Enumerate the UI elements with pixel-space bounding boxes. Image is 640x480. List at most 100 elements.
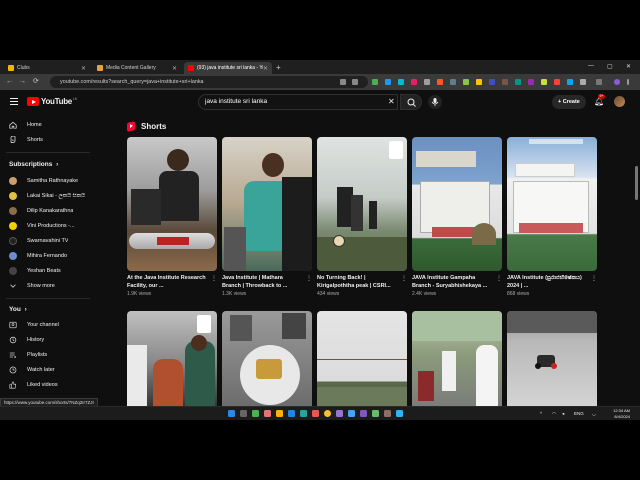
more-options-icon[interactable]: ⋮ [591, 276, 597, 282]
voice-search-button[interactable] [428, 95, 442, 109]
extensions-puzzle-icon[interactable] [580, 79, 586, 85]
avatar[interactable] [614, 96, 625, 107]
extension-icon[interactable] [463, 79, 469, 85]
share-icon[interactable] [340, 79, 346, 85]
forward-icon[interactable]: → [19, 77, 26, 87]
close-window-icon[interactable]: ✕ [626, 63, 631, 70]
search-input[interactable]: java institute sri lanka [198, 94, 398, 110]
extension-icon[interactable] [554, 79, 560, 85]
file-explorer-icon[interactable] [276, 410, 283, 417]
you-heading[interactable]: You › [9, 306, 27, 313]
more-options-icon[interactable]: ⋮ [306, 276, 312, 282]
language-indicator[interactable]: ENG [574, 410, 584, 418]
short-thumbnail[interactable] [317, 311, 407, 411]
sidepanel-icon[interactable] [596, 79, 602, 85]
taskbar-clock[interactable]: 12:34 AM 8/4/2024 [606, 408, 630, 419]
sidebar-item-subscription[interactable]: Yeshan Beats [0, 264, 96, 278]
app-icon[interactable] [288, 410, 295, 417]
sidebar-item-playlists[interactable]: Playlists [0, 348, 96, 362]
short-title[interactable]: JAVA Institute Gampaha Branch - Suryabhi… [412, 275, 492, 290]
windows-start-icon[interactable] [228, 410, 235, 417]
extension-icon[interactable] [450, 79, 456, 85]
bookmark-star-icon[interactable] [352, 79, 358, 85]
extension-icon[interactable] [567, 79, 573, 85]
tab-close-icon[interactable]: ✕ [172, 65, 177, 72]
extension-icon[interactable] [541, 79, 547, 85]
scrollbar-thumb[interactable] [635, 166, 638, 200]
sidebar-item-subscription[interactable]: Dilip Kanakarathna [0, 204, 96, 218]
minimize-icon[interactable]: — [588, 63, 594, 69]
browser-tab-3[interactable]: (93) java institute sri lanka - Yo ✕ [184, 62, 272, 74]
app-icon[interactable] [252, 410, 259, 417]
short-thumbnail[interactable] [412, 137, 502, 271]
short-title[interactable]: No Turning Back! | Kirigalpoththa peak |… [317, 275, 397, 290]
short-thumbnail[interactable] [127, 311, 217, 411]
extension-icon[interactable] [502, 79, 508, 85]
browser-tab-2[interactable]: Media Content Gallery ✕ [93, 62, 181, 74]
youtube-logo[interactable]: YouTube LK [27, 97, 77, 106]
search-icon[interactable] [240, 410, 247, 417]
chrome-icon[interactable] [324, 410, 331, 417]
extension-icon[interactable] [528, 79, 534, 85]
short-thumbnail[interactable] [222, 137, 312, 271]
edge-icon[interactable] [300, 410, 307, 417]
extension-icon[interactable] [515, 79, 521, 85]
new-tab-button[interactable]: + [276, 63, 281, 73]
sidebar-item-liked-videos[interactable]: Liked videos [0, 378, 96, 392]
app-icon[interactable] [384, 410, 391, 417]
extension-icon[interactable] [437, 79, 443, 85]
notifications-bell-icon[interactable]: 🔔︎ [594, 98, 604, 106]
short-card[interactable]: JAVA Institute (සුරාජභිෂේකය) 2024 | ... … [507, 137, 597, 297]
wifi-icon[interactable]: ◡ [592, 410, 596, 418]
sidebar-item-shorts[interactable]: Shorts [0, 133, 96, 147]
short-thumbnail[interactable] [507, 311, 597, 411]
extension-icon[interactable] [424, 79, 430, 85]
extension-icon[interactable] [489, 79, 495, 85]
sidebar-item-subscription[interactable]: Samitha Rathnayake [0, 174, 96, 188]
network-icon[interactable]: ◠ [552, 410, 556, 418]
tab-close-icon[interactable]: ✕ [81, 65, 86, 72]
app-icon[interactable] [348, 410, 355, 417]
sidebar-item-home[interactable]: Home [0, 118, 96, 132]
short-title[interactable]: At the Java Institute Research Facility,… [127, 275, 207, 290]
sidebar-item-subscription[interactable]: Vini Productions -... [0, 219, 96, 233]
extension-icon[interactable] [476, 79, 482, 85]
extension-icon[interactable] [385, 79, 391, 85]
short-title[interactable]: Java Institute | Mathara Branch | Throwb… [222, 275, 302, 290]
short-card[interactable]: JAVA Institute Gampaha Branch - Suryabhi… [412, 137, 502, 297]
speaker-icon[interactable]: ◂ [562, 410, 564, 418]
short-card[interactable] [127, 311, 217, 411]
short-thumbnail[interactable] [317, 137, 407, 271]
sidebar-item-watch-later[interactable]: Watch later [0, 363, 96, 377]
more-options-icon[interactable]: ⋮ [401, 276, 407, 282]
show-more-button[interactable]: Show more [0, 279, 96, 293]
address-bar[interactable]: youtube.com/results?search_query=java+in… [50, 76, 368, 88]
maximize-icon[interactable]: ▢ [607, 63, 613, 70]
short-card[interactable]: No Turning Back! | Kirigalpoththa peak |… [317, 137, 407, 297]
sidebar-item-subscription[interactable]: Mihira Fernando [0, 249, 96, 263]
profile-icon[interactable] [614, 79, 620, 85]
browser-menu-icon[interactable] [627, 79, 629, 85]
reload-icon[interactable]: ⟳ [33, 77, 39, 87]
short-card[interactable] [317, 311, 407, 411]
short-title[interactable]: JAVA Institute (සුරාජභිෂේකය) 2024 | ... [507, 275, 587, 290]
short-card[interactable]: Java Institute | Mathara Branch | Throwb… [222, 137, 312, 297]
back-icon[interactable]: ← [6, 77, 13, 87]
clear-search-icon[interactable]: ✕ [388, 94, 395, 110]
short-card[interactable] [507, 311, 597, 411]
extension-icon[interactable] [398, 79, 404, 85]
page-scrollbar[interactable] [634, 114, 640, 396]
app-icon[interactable] [312, 410, 319, 417]
tray-chevron-icon[interactable]: ^ [540, 410, 542, 418]
short-card[interactable]: At the Java Institute Research Facility,… [127, 137, 217, 297]
vscode-icon[interactable] [396, 410, 403, 417]
sidebar-item-your-channel[interactable]: Your channel [0, 318, 96, 332]
browser-tab-1[interactable]: Clubs ✕ [4, 62, 90, 74]
search-button[interactable] [400, 94, 422, 110]
app-icon[interactable] [264, 410, 271, 417]
short-card[interactable] [222, 311, 312, 411]
short-thumbnail[interactable] [127, 137, 217, 271]
sidebar-item-subscription[interactable]: Swarnavahini TV [0, 234, 96, 248]
more-options-icon[interactable]: ⋮ [496, 276, 502, 282]
app-icon[interactable] [360, 410, 367, 417]
